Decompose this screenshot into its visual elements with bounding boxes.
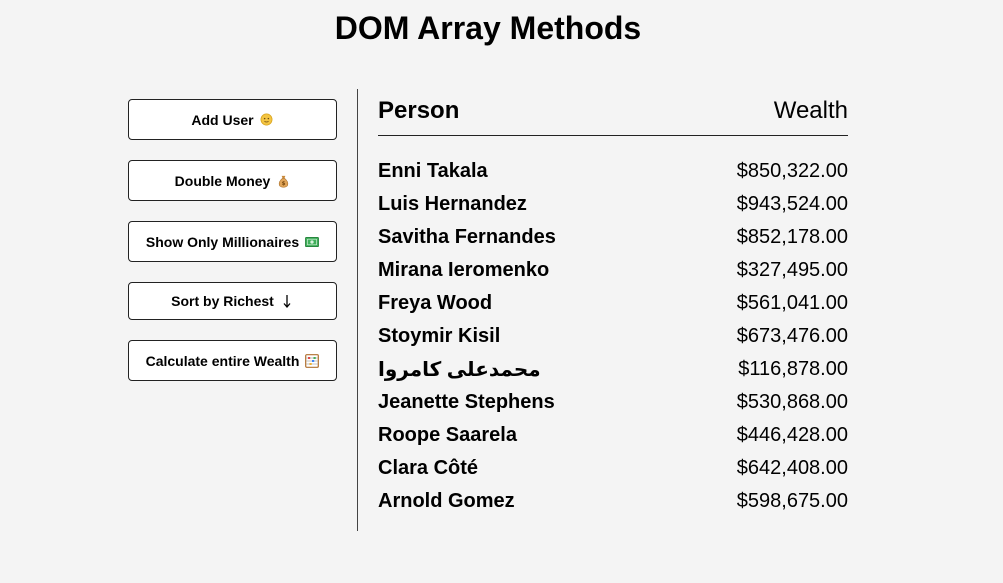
person-name: Stoymir Kisil xyxy=(378,325,501,347)
person-name: محمدعلی کامروا xyxy=(378,359,541,381)
person-wealth: $530,868.00 xyxy=(736,391,848,413)
header-wealth: Wealth xyxy=(773,97,848,124)
show-millionaires-label: Show Only Millionaires xyxy=(145,233,300,250)
add-user-label: Add User xyxy=(191,111,254,128)
person-wealth: $642,408.00 xyxy=(736,457,848,479)
money-bag-icon: $ xyxy=(276,174,290,188)
person-emoji-icon xyxy=(260,113,274,127)
table-row: Luis Hernandez $943,524.00 xyxy=(378,188,848,221)
person-wealth: $561,041.00 xyxy=(736,292,848,314)
person-wealth: $673,476.00 xyxy=(736,325,848,347)
person-name: Enni Takala xyxy=(378,160,488,182)
table-row: Stoymir Kisil $673,476.00 xyxy=(378,320,848,353)
dollar-banknote-icon xyxy=(305,235,320,249)
person-name: Mirana Ieromenko xyxy=(378,259,550,281)
table-header: Person Wealth xyxy=(378,97,848,136)
table-row: Savitha Fernandes $852,178.00 xyxy=(378,221,848,254)
table-row: Roope Saarela $446,428.00 xyxy=(378,419,848,452)
vertical-divider xyxy=(357,89,358,531)
table-row: Enni Takala $850,322.00 xyxy=(378,155,848,188)
person-name: Savitha Fernandes xyxy=(378,226,556,248)
abacus-icon xyxy=(305,353,320,368)
person-wealth: $850,322.00 xyxy=(736,160,848,182)
page-title: DOM Array Methods xyxy=(334,10,642,46)
person-name: Jeanette Stephens xyxy=(378,391,555,413)
person-wealth: $446,428.00 xyxy=(736,424,848,446)
table-row: Arnold Gomez $598,675.00 xyxy=(378,485,848,518)
double-money-button[interactable]: Double Money $ xyxy=(128,160,337,201)
show-millionaires-button[interactable]: Show Only Millionaires xyxy=(128,221,337,262)
person-wealth: $598,675.00 xyxy=(736,490,848,512)
person-name: Freya Wood xyxy=(378,292,493,314)
person-wealth: $852,178.00 xyxy=(736,226,848,248)
table-row: Jeanette Stephens $530,868.00 xyxy=(378,386,848,419)
header-person: Person xyxy=(378,97,460,124)
person-wealth: $943,524.00 xyxy=(736,193,848,215)
person-name: Luis Hernandez xyxy=(378,193,527,215)
add-user-button[interactable]: Add User xyxy=(128,99,337,140)
table-row: محمدعلی کامروا $116,878.00 xyxy=(378,353,848,386)
calculate-wealth-label: Calculate entire Wealth xyxy=(145,352,300,369)
calculate-wealth-button[interactable]: Calculate entire Wealth xyxy=(128,340,337,381)
table-row: Freya Wood $561,041.00 xyxy=(378,287,848,320)
person-wealth: $327,495.00 xyxy=(736,259,848,281)
sort-richest-button[interactable]: Sort by Richest xyxy=(128,282,337,320)
person-wealth: $116,878.00 xyxy=(738,358,848,380)
down-arrow-icon xyxy=(280,294,294,308)
person-name: Arnold Gomez xyxy=(378,490,515,512)
person-name: Roope Saarela xyxy=(378,424,517,446)
table-row: Clara Côté $642,408.00 xyxy=(378,452,848,485)
table-body: Enni Takala $850,322.00 Luis Hernandez $… xyxy=(378,155,848,518)
table-row: Mirana Ieromenko $327,495.00 xyxy=(378,254,848,287)
svg-text:$: $ xyxy=(281,181,285,187)
sort-richest-label: Sort by Richest xyxy=(171,293,274,309)
wealth-table: Person Wealth Enni Takala $850,322.00 Lu… xyxy=(378,97,848,518)
double-money-label: Double Money xyxy=(174,172,271,189)
person-name: Clara Côté xyxy=(378,457,479,479)
